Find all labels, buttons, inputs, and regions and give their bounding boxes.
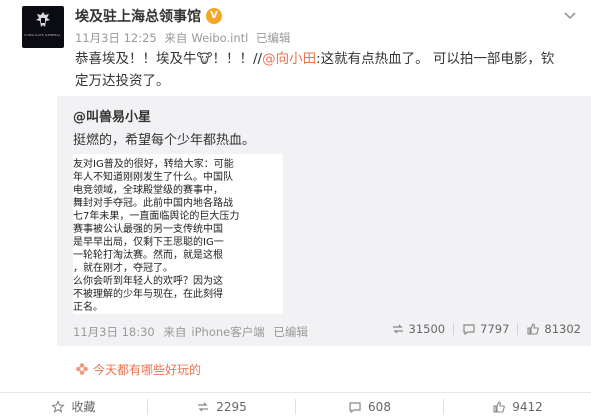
account-name[interactable]: 埃及驻上海总领事馆	[75, 6, 201, 26]
post-content: 恭喜埃及！！埃及牛🐮！！！//@向小田:这就有点热血了。 可以拍一部电影，钦定万…	[75, 48, 565, 92]
content-text-start: 恭喜埃及！！埃及牛	[75, 51, 197, 67]
comment-icon	[463, 324, 475, 336]
repost-date[interactable]: 11月3日 18:30	[73, 325, 155, 339]
image-text-line: 舞封对手夺冠。此前中国内地各路战	[73, 198, 233, 209]
mention-link[interactable]: @向小田	[262, 51, 316, 67]
repost-source[interactable]: iPhone客户端	[191, 325, 264, 339]
repost-button[interactable]: 2295	[148, 393, 295, 420]
repost-stat-comments-count: 7797	[480, 322, 510, 336]
promo-text: 今天都有哪些好玩的	[93, 362, 202, 377]
action-bar: 收藏 2295 608 9412	[0, 392, 591, 420]
repost-icon	[198, 402, 209, 411]
eagle-emblem-icon	[36, 12, 50, 27]
image-text-line: 年人不知道刚刚发生了什么。中国队	[73, 172, 233, 183]
image-text-line: 电竞领域，全球殿堂级的赛事中，	[73, 185, 223, 196]
avatar[interactable]: CONSULATE GENERAL OF THE ARAB REPUBLIC O…	[22, 6, 64, 48]
repost-meta: 11月3日 18:30 来自 iPhone客户端 已编辑	[73, 324, 313, 340]
post-source-prefix: 来自	[164, 31, 188, 45]
repost-count: 2295	[216, 399, 247, 414]
favorite-button[interactable]: 收藏	[0, 393, 147, 420]
repost-stat-likes-count: 81302	[544, 322, 581, 336]
image-text-line: 不被理解的少年与现在，在此刻得	[73, 289, 223, 300]
repost-icon	[392, 324, 403, 334]
repost-stats: 31500 7797 81302	[391, 322, 581, 336]
repost-text: 挺燃的，希望每个少年都热血。	[73, 133, 256, 148]
content-emoji: 🐮	[196, 51, 213, 67]
like-icon	[493, 400, 506, 413]
repost-image[interactable]: 友对IG普及的很好，转给大家：可能 年人不知道刚刚发生了什么。中国队 电竞领域，…	[73, 154, 283, 314]
avatar-caption: CONSULATE GENERAL OF THE ARAB REPUBLIC O…	[24, 33, 62, 37]
verified-badge: V	[206, 8, 222, 24]
content-text-mid: ！！！//	[212, 51, 263, 67]
comment-count: 608	[368, 399, 391, 414]
repost-stat-reposts-count: 31500	[408, 322, 446, 336]
image-text-line: ，就在刚才，夺冠了。	[73, 263, 173, 274]
comment-icon	[349, 401, 361, 413]
stat-divider	[517, 323, 519, 335]
weibo-post: CONSULATE GENERAL OF THE ARAB REPUBLIC O…	[0, 0, 591, 420]
repost-stat-likes[interactable]: 81302	[526, 322, 581, 336]
repost-source-prefix: 来自	[163, 325, 187, 339]
image-text-line: 赛事被公认最强的另一支传统中国	[73, 224, 223, 235]
comment-button[interactable]: 608	[296, 393, 443, 420]
image-text-line: 一轮轮打淘汰赛。然而，就是这根	[73, 250, 223, 261]
favorite-label: 收藏	[71, 400, 96, 414]
post-date[interactable]: 11月3日 12:25	[75, 31, 157, 45]
stat-divider	[453, 323, 455, 335]
repost-stat-reposts[interactable]: 31500	[391, 322, 446, 336]
repost-stat-comments[interactable]: 7797	[462, 322, 509, 336]
image-text-line: 七7年未果，一直面临舆论的巨大压力	[73, 211, 240, 222]
repost-author[interactable]: @叫兽易小星	[73, 106, 151, 125]
chevron-down-icon[interactable]	[562, 8, 578, 22]
favorite-icon	[51, 399, 66, 413]
post-edited[interactable]: 已编辑	[256, 31, 291, 45]
repost-edited[interactable]: 已编辑	[273, 325, 308, 339]
image-text-line: 是早早出局，仅剩下王思聪的IG一	[73, 237, 224, 248]
post-source[interactable]: Weibo.intl	[191, 31, 248, 45]
promo-flower-icon	[76, 363, 88, 375]
image-text-line: 么你会听到年轻人的欢呼？因为这	[73, 276, 223, 287]
image-text-line: 正名。	[73, 302, 103, 313]
reposted-weibo[interactable]: @叫兽易小星 挺燃的，希望每个少年都热血。 友对IG普及的很好，转给大家：可能 …	[57, 96, 591, 346]
author-row: 埃及驻上海总领事馆 V	[75, 7, 222, 25]
promo-link[interactable]: 今天都有哪些好玩的	[75, 360, 201, 378]
post-meta: 11月3日 12:25 来自 Weibo.intl 已编辑	[75, 30, 295, 46]
like-icon	[527, 323, 540, 335]
like-count: 9412	[512, 399, 543, 414]
image-text-line: 友对IG普及的很好，转给大家：可能	[73, 159, 234, 170]
like-button[interactable]: 9412	[444, 393, 591, 420]
